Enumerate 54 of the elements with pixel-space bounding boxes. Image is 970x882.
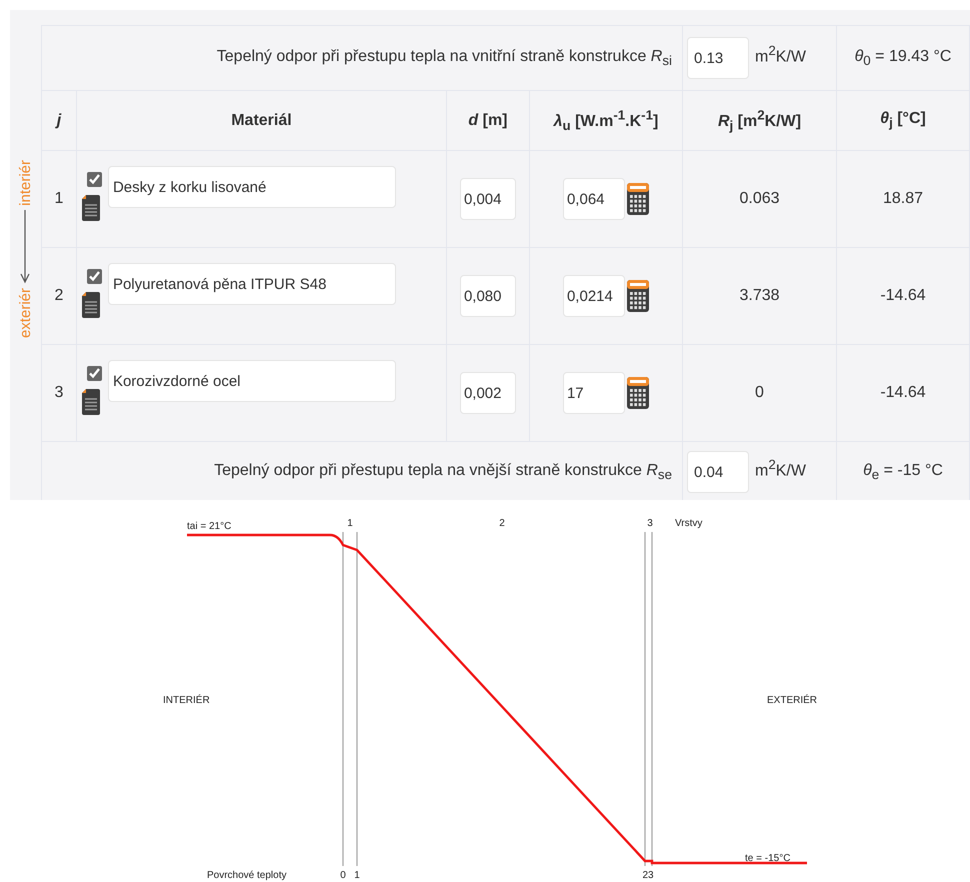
layer-number: 2 — [54, 287, 64, 304]
thickness-field[interactable]: 0,002 — [460, 372, 516, 414]
surface-resistance-label: Tepelný odpor při přestupu tepla na vnitřní straně konstrukce R$_{si}$ — [216, 48, 672, 65]
layer-number: 1 — [54, 190, 64, 207]
layer-number: 3 — [54, 384, 64, 401]
inner-temperature-label: tai = 21°C — [187, 521, 232, 532]
layer-checkbox[interactable] — [86, 269, 102, 284]
conductivity-field[interactable]: 0,0214 — [562, 275, 625, 317]
thickness-field[interactable]: 0,004 — [460, 178, 516, 220]
document-icon[interactable] — [82, 292, 100, 318]
outer-temperature-label: te = -15°C — [745, 853, 790, 864]
document-icon[interactable] — [82, 389, 100, 415]
resistance-value: 0 — [755, 384, 764, 401]
calculator-icon[interactable] — [626, 280, 649, 312]
surface-label: 0 — [340, 870, 346, 881]
interior-label: INTERIÉR — [163, 695, 210, 706]
exterior-label: EXTERIÉR — [767, 695, 818, 706]
column-header: Materiál — [231, 112, 292, 128]
column-header: d [m] — [468, 112, 508, 128]
layer-label: 1 — [347, 518, 353, 529]
temperature-result: θ$_{0}$ = 19.43 °C — [854, 48, 952, 65]
temperature-value: 18.87 — [882, 190, 924, 207]
thickness-field[interactable]: 0,080 — [460, 275, 516, 317]
conductivity-field[interactable]: 17 — [562, 372, 625, 414]
surface-caption: Povrchové teploty — [207, 870, 286, 881]
resistance-field[interactable]: 0.04 — [687, 451, 749, 493]
material-field[interactable]: Desky z korku lisované — [108, 166, 396, 208]
temperature-result: θ$_{e}$ = -15 °C — [863, 462, 943, 479]
calculator-icon[interactable] — [626, 377, 649, 409]
surface-label: 1 — [354, 870, 360, 881]
calculator-icon[interactable] — [626, 183, 649, 215]
column-header: θ$_{j}$ [°C] — [880, 110, 926, 128]
resistance-field[interactable]: 0.13 — [687, 37, 749, 79]
document-icon[interactable] — [82, 195, 100, 221]
layer-label: 3 — [647, 518, 653, 529]
material-field[interactable]: Polyuretanová pěna ITPUR S48 — [108, 263, 396, 305]
exterior-label: exteriér — [18, 288, 33, 338]
unit-label: m$^{2}$K/W — [755, 456, 806, 480]
temperature-value: -14.64 — [880, 384, 926, 401]
resistance-value: 3.738 — [739, 287, 780, 304]
conductivity-field[interactable]: 0,064 — [562, 178, 625, 220]
down-arrow-icon — [20, 210, 30, 284]
layers-caption: Vrstvy — [675, 518, 702, 529]
surface-label: 23 — [642, 870, 654, 881]
unit-label: m$^{2}$K/W — [755, 42, 806, 66]
column-header: j — [56, 112, 62, 128]
surface-resistance-label: Tepelný odpor při přestupu tepla na vnější straně konstrukce R$_{se}$ — [214, 462, 672, 479]
resistance-value: 0.063 — [739, 190, 780, 207]
interior-label: interiér — [18, 160, 33, 206]
layer-checkbox[interactable] — [86, 366, 102, 381]
layer-checkbox[interactable] — [86, 172, 102, 187]
temperature-value: -14.64 — [880, 287, 926, 304]
material-field[interactable]: Korozivzdorné ocel — [108, 360, 396, 402]
layer-label: 2 — [499, 518, 505, 529]
